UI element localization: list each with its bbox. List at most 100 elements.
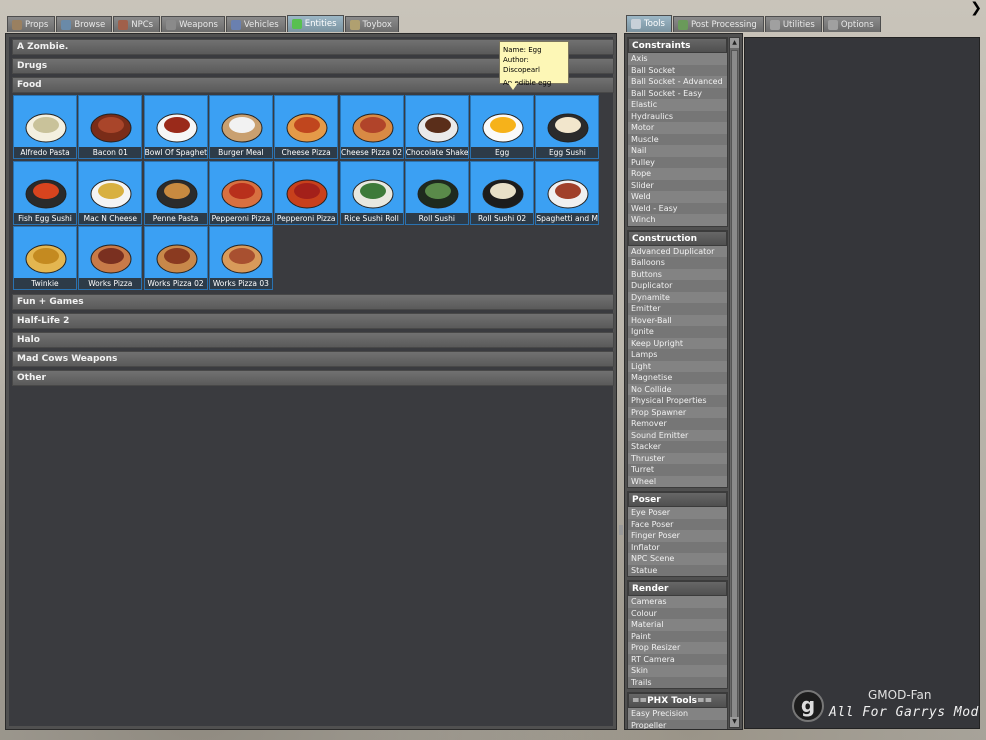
spawn-item-fish-egg-sushi[interactable]: Fish Egg Sushi bbox=[13, 160, 77, 225]
tab-post-processing[interactable]: Post Processing bbox=[672, 16, 764, 32]
category-fun-games[interactable]: Fun + Games bbox=[12, 294, 614, 310]
scroll-down-icon[interactable]: ▼ bbox=[730, 717, 739, 727]
tool-item-finger-poser[interactable]: Finger Poser bbox=[628, 530, 727, 542]
tool-item-pulley[interactable]: Pulley bbox=[628, 156, 727, 168]
spawn-item-pepperoni-pizza[interactable]: Pepperoni Pizza bbox=[208, 160, 273, 225]
spawn-item-mac-n-cheese[interactable]: Mac N Cheese bbox=[78, 160, 143, 225]
tool-item-motor[interactable]: Motor bbox=[628, 122, 727, 134]
tool-item-ball-socket-advanced[interactable]: Ball Socket - Advanced bbox=[628, 76, 727, 88]
tab-vehicles[interactable]: Vehicles bbox=[225, 16, 286, 32]
tool-item-stacker[interactable]: Stacker bbox=[628, 441, 727, 453]
tool-item-advanced-duplicator[interactable]: Advanced Duplicator bbox=[628, 245, 727, 257]
tool-item-skin[interactable]: Skin bbox=[628, 665, 727, 677]
tool-group-header[interactable]: Poser bbox=[628, 492, 727, 507]
tool-item-ball-socket[interactable]: Ball Socket bbox=[628, 64, 727, 76]
tool-item-propeller[interactable]: Propeller bbox=[628, 719, 727, 729]
tool-item-emitter[interactable]: Emitter bbox=[628, 303, 727, 315]
tab-tools[interactable]: Tools bbox=[626, 15, 672, 32]
tool-item-light[interactable]: Light bbox=[628, 360, 727, 372]
tool-list-scrollbar[interactable]: ▲ ▼ bbox=[729, 37, 740, 728]
category-half-life-2[interactable]: Half-Life 2 bbox=[12, 313, 614, 329]
spawn-item-twinkie[interactable]: Twinkie bbox=[13, 226, 77, 290]
tool-item-magnetise[interactable]: Magnetise bbox=[628, 372, 727, 384]
category-mad-cows-weapons[interactable]: Mad Cows Weapons bbox=[12, 351, 614, 367]
panel-splitter-handle[interactable] bbox=[619, 525, 623, 535]
spawn-item-works-pizza-03[interactable]: Works Pizza 03 bbox=[208, 226, 273, 290]
spawn-item-spaghetti-and-mea[interactable]: Spaghetti and Mea... bbox=[535, 160, 600, 225]
tool-group-header[interactable]: ==PHX Tools== bbox=[628, 693, 727, 708]
tool-item-weld-easy[interactable]: Weld - Easy bbox=[628, 202, 727, 214]
spawn-item-cheese-pizza[interactable]: Cheese Pizza bbox=[274, 95, 339, 159]
tool-item-dynamite[interactable]: Dynamite bbox=[628, 291, 727, 303]
tab-utilities[interactable]: Utilities bbox=[764, 16, 822, 32]
spawn-item-bacon-01[interactable]: Bacon 01 bbox=[78, 95, 143, 159]
tool-group-header[interactable]: Construction bbox=[628, 230, 727, 246]
category-halo[interactable]: Halo bbox=[12, 332, 614, 348]
spawn-item-egg-sushi[interactable]: Egg Sushi bbox=[535, 95, 600, 159]
tool-item-prop-resizer[interactable]: Prop Resizer bbox=[628, 642, 727, 654]
tab-browse[interactable]: Browse bbox=[56, 16, 113, 32]
tool-item-cameras[interactable]: Cameras bbox=[628, 596, 727, 608]
tab-npcs[interactable]: NPCs bbox=[113, 16, 161, 32]
tool-item-statue[interactable]: Statue bbox=[628, 564, 727, 576]
tool-item-physical-properties[interactable]: Physical Properties bbox=[628, 395, 727, 407]
tab-toybox[interactable]: Toybox bbox=[344, 16, 399, 32]
tool-item-trails[interactable]: Trails bbox=[628, 676, 727, 688]
tool-item-weld[interactable]: Weld bbox=[628, 191, 727, 203]
scrollbar-thumb[interactable] bbox=[731, 50, 738, 722]
spawn-item-penne-pasta[interactable]: Penne Pasta bbox=[143, 160, 208, 225]
tool-item-remover[interactable]: Remover bbox=[628, 418, 727, 430]
tool-item-material[interactable]: Material bbox=[628, 619, 727, 631]
tool-item-face-poser[interactable]: Face Poser bbox=[628, 518, 727, 530]
tool-item-buttons[interactable]: Buttons bbox=[628, 268, 727, 280]
tool-item-thruster[interactable]: Thruster bbox=[628, 452, 727, 464]
spawn-item-roll-sushi-02[interactable]: Roll Sushi 02 bbox=[470, 160, 535, 225]
spawn-item-rice-sushi-roll[interactable]: Rice Sushi Roll bbox=[339, 160, 404, 225]
tab-entities[interactable]: Entities bbox=[286, 15, 344, 32]
scroll-up-icon[interactable]: ▲ bbox=[730, 38, 739, 48]
tool-item-inflator[interactable]: Inflator bbox=[628, 541, 727, 553]
spawn-item-chocolate-shake[interactable]: Chocolate Shake bbox=[404, 95, 469, 159]
tool-item-npc-scene[interactable]: NPC Scene bbox=[628, 553, 727, 565]
tool-item-prop-spawner[interactable]: Prop Spawner bbox=[628, 406, 727, 418]
tool-item-axis[interactable]: Axis bbox=[628, 53, 727, 65]
tool-item-elastic[interactable]: Elastic bbox=[628, 99, 727, 111]
tool-item-hydraulics[interactable]: Hydraulics bbox=[628, 110, 727, 122]
tool-item-duplicator[interactable]: Duplicator bbox=[628, 280, 727, 292]
tool-item-balloons[interactable]: Balloons bbox=[628, 257, 727, 269]
tool-item-rope[interactable]: Rope bbox=[628, 168, 727, 180]
tool-item-keep-upright[interactable]: Keep Upright bbox=[628, 337, 727, 349]
tool-item-paint[interactable]: Paint bbox=[628, 630, 727, 642]
tab-props[interactable]: Props bbox=[7, 16, 56, 32]
spawn-item-alfredo-pasta[interactable]: Alfredo Pasta bbox=[13, 95, 77, 159]
tool-item-slider[interactable]: Slider bbox=[628, 179, 727, 191]
tab-options[interactable]: Options bbox=[822, 16, 881, 32]
tool-group-header[interactable]: Constraints bbox=[628, 38, 727, 53]
spawn-item-burger-meal[interactable]: Burger Meal bbox=[208, 95, 273, 159]
spawn-item-roll-sushi[interactable]: Roll Sushi bbox=[404, 160, 469, 225]
tool-item-ignite[interactable]: Ignite bbox=[628, 326, 727, 338]
spawn-item-works-pizza-02[interactable]: Works Pizza 02 bbox=[143, 226, 208, 290]
tool-item-winch[interactable]: Winch bbox=[628, 214, 727, 226]
spawn-item-egg[interactable]: Egg bbox=[470, 95, 535, 159]
tool-item-no-collide[interactable]: No Collide bbox=[628, 383, 727, 395]
spawn-item-works-pizza[interactable]: Works Pizza bbox=[78, 226, 143, 290]
category-other[interactable]: Other bbox=[12, 370, 614, 386]
tool-item-rt-camera[interactable]: RT Camera bbox=[628, 653, 727, 665]
tool-item-muscle[interactable]: Muscle bbox=[628, 133, 727, 145]
tool-item-sound-emitter[interactable]: Sound Emitter bbox=[628, 429, 727, 441]
tool-item-lamps[interactable]: Lamps bbox=[628, 349, 727, 361]
tool-item-wheel[interactable]: Wheel bbox=[628, 475, 727, 487]
spawn-item-bowl-of-spaghetti[interactable]: Bowl Of Spaghetti bbox=[143, 95, 208, 159]
tool-item-turret[interactable]: Turret bbox=[628, 464, 727, 476]
tab-weapons[interactable]: Weapons bbox=[161, 16, 225, 32]
close-arrow-icon[interactable]: ❯ bbox=[970, 0, 982, 16]
spawn-item-cheese-pizza-02[interactable]: Cheese Pizza 02 bbox=[339, 95, 404, 159]
tool-item-nail[interactable]: Nail bbox=[628, 145, 727, 157]
tool-item-colour[interactable]: Colour bbox=[628, 607, 727, 619]
tool-item-hover-ball[interactable]: Hover-Ball bbox=[628, 314, 727, 326]
tool-item-eye-poser[interactable]: Eye Poser bbox=[628, 507, 727, 519]
tool-item-easy-precision[interactable]: Easy Precision bbox=[628, 708, 727, 720]
tool-item-ball-socket-easy[interactable]: Ball Socket - Easy bbox=[628, 87, 727, 99]
spawn-item-pepperoni-pizza[interactable]: Pepperoni Pizza bbox=[274, 160, 339, 225]
